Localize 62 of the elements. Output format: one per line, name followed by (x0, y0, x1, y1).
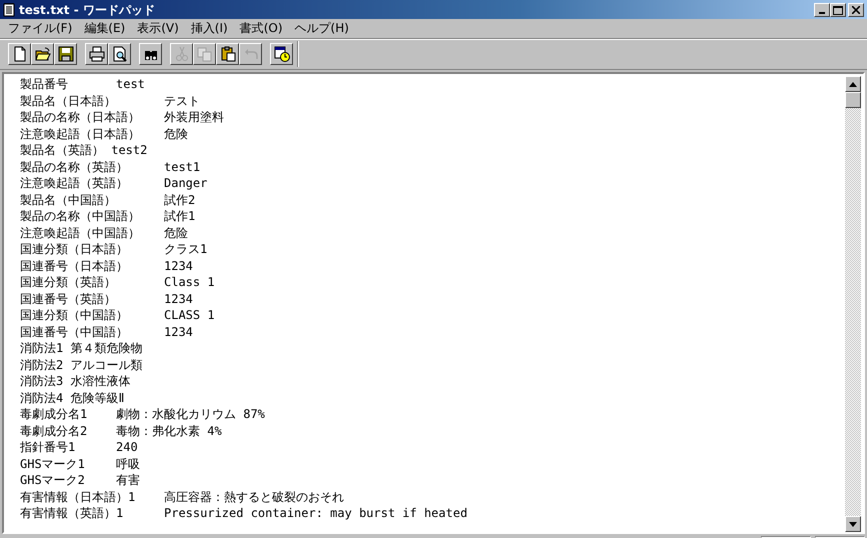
maximize-icon (833, 6, 843, 14)
text-line: 消防法4 危険等級Ⅱ (20, 390, 126, 406)
print-button[interactable] (85, 43, 108, 65)
calendar-clock-icon (274, 46, 290, 62)
vertical-scrollbar[interactable] (845, 76, 861, 532)
text-line: 製品名（中国語） 試作2 (20, 192, 196, 208)
scroll-thumb[interactable] (845, 92, 861, 108)
scroll-up-button[interactable] (845, 76, 861, 92)
close-icon (852, 6, 860, 14)
find-button[interactable] (139, 43, 162, 65)
notepad-icon (3, 3, 15, 17)
date-time-button[interactable] (270, 43, 293, 65)
new-button[interactable] (8, 43, 31, 65)
two-pages-icon (196, 46, 212, 62)
scissors-icon (174, 46, 190, 62)
blank-page-icon (12, 46, 28, 62)
text-line: 有害情報（英語）1 Pressurized container: may burst if heated (20, 505, 468, 522)
text-line: 製品の名称（英語） test1 (20, 158, 202, 175)
save-button[interactable] (54, 43, 77, 65)
menu-item[interactable]: 書式(O) (234, 20, 289, 37)
text-line: 有害情報（日本語）1 高圧容器：熱すると破裂のおそれ (20, 488, 345, 505)
text-line: 注意喚起語（英語） Danger (20, 175, 208, 192)
up-triangle-icon (849, 82, 857, 86)
text-line: 製品名（日本語） テスト (20, 92, 201, 109)
text-line: 消防法3 水溶性液体 (20, 373, 132, 390)
text-line: 国連分類（日本語） クラス1 (20, 241, 208, 258)
menu-item[interactable]: 編集(E) (78, 20, 132, 37)
text-line: 国連分類（英語） Class 1 (20, 274, 216, 290)
page-magnifier-icon (112, 46, 128, 62)
text-line: GHSマーク2 有害 (20, 472, 141, 488)
text-line: 国連番号（中国語） 1234 (20, 324, 194, 340)
maximize-button[interactable] (830, 3, 846, 17)
down-triangle-icon (849, 522, 857, 526)
open-button[interactable] (31, 43, 54, 65)
menu-item[interactable]: 挿入(I) (184, 20, 234, 37)
printer-icon (88, 46, 104, 62)
folder-icon (34, 46, 50, 62)
text-line: 製品の名称（中国語） 試作1 (20, 208, 196, 224)
close-button[interactable] (848, 3, 864, 17)
print-preview-button[interactable] (108, 43, 131, 65)
text-line: 製品名（英語） test2 (20, 142, 148, 158)
text-line: 注意喚起語（中国語） 危险 (20, 224, 189, 241)
clipboard-icon (220, 46, 236, 62)
text-line: 国連番号（英語） 1234 (20, 290, 194, 307)
text-line: 国連分類（中国語） CLASS 1 (20, 307, 216, 324)
minimize-button[interactable] (814, 3, 830, 17)
menu-item[interactable]: ファイル(F) (2, 20, 78, 37)
text-line: 消防法2 アルコール類 (20, 356, 144, 373)
text-line: 毒劇成分名1 劇物：水酸化カリウム 87% (20, 406, 266, 422)
text-line: 注意喚起語（日本語） 危険 (20, 126, 189, 142)
text-line: 消防法1 第４類危険物 (20, 340, 144, 356)
menu-item[interactable]: 表示(V) (131, 20, 185, 37)
scroll-down-button[interactable] (845, 516, 861, 532)
text-line: 製品番号 test (20, 76, 146, 92)
text-line: 製品の名称（日本語） 外装用塗料 (20, 109, 225, 126)
window-title: test.txt - ワードパッド (19, 2, 156, 18)
text-line: GHSマーク1 呼吸 (20, 456, 141, 472)
text-line: 指針番号1 240 (20, 439, 139, 456)
menu-item[interactable]: ヘルプ(H) (288, 20, 355, 37)
paste-button[interactable] (216, 43, 239, 65)
text-line: 国連番号（日本語） 1234 (20, 258, 194, 274)
text-line: 毒劇成分名2 毒物：弗化水素 4% (20, 422, 223, 439)
